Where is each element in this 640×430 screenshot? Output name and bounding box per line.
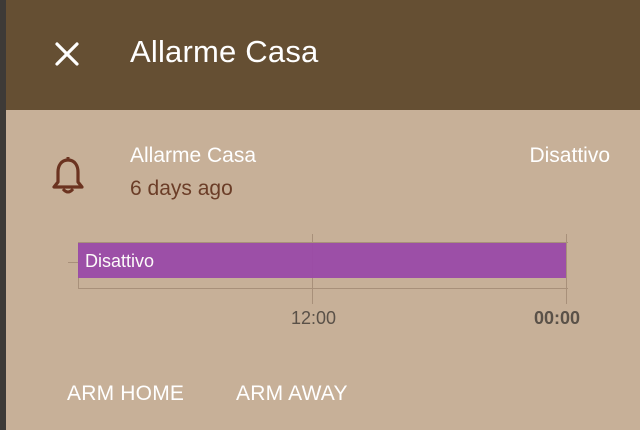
more-info-dialog: Allarme Casa Allarme Casa 6 days ago Dis…	[6, 0, 640, 430]
arm-home-button[interactable]: ARM HOME	[67, 382, 184, 406]
tick-label-0000: 00:00	[534, 308, 581, 328]
timeline-bottom-axis	[78, 288, 568, 289]
timeline-bar-label: Disattivo	[85, 251, 155, 271]
timeline-left-tick	[68, 262, 78, 263]
entity-state: Disattivo	[529, 144, 610, 167]
entity-last-changed: 6 days ago	[130, 177, 233, 200]
close-button[interactable]	[46, 33, 88, 75]
tick-label-1200: 12:00	[291, 308, 337, 328]
entity-name: Allarme Casa	[130, 144, 257, 167]
dialog-title: Allarme Casa	[130, 34, 319, 69]
bell-icon	[50, 156, 86, 196]
arm-away-button[interactable]: ARM AWAY	[236, 382, 348, 406]
timeline-tick-0000	[566, 234, 567, 304]
history-timeline: Disattivo 12:00 00:00	[56, 232, 596, 332]
close-icon	[55, 42, 79, 66]
dialog-header: Allarme Casa	[6, 0, 640, 110]
timeline-state-bar[interactable]: Disattivo	[78, 243, 566, 278]
